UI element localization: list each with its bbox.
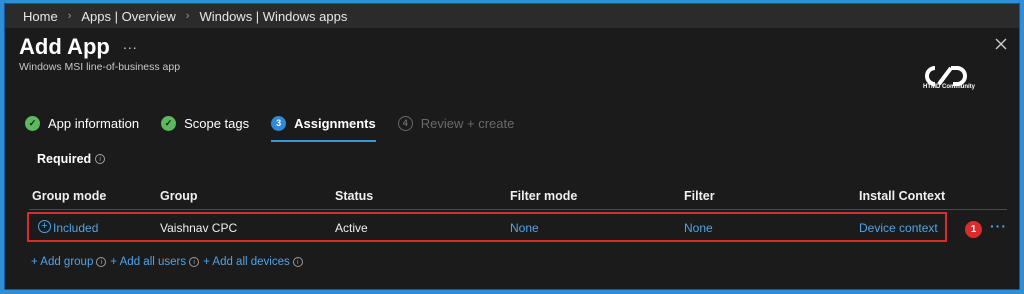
htmd-logo-icon — [925, 66, 967, 86]
tab-scope-tags[interactable]: ✓ Scope tags — [161, 110, 249, 136]
page-subtitle: Windows MSI line-of-business app — [19, 61, 181, 73]
page-title: Add App — [19, 34, 110, 59]
breadcrumb-windows-apps[interactable]: Windows | Windows apps — [199, 9, 347, 24]
status-value: Active — [335, 221, 368, 235]
info-icon[interactable]: i — [189, 257, 200, 267]
tab-app-information[interactable]: ✓ App information — [25, 110, 139, 136]
add-all-devices-link[interactable]: + Add all devices — [203, 256, 290, 268]
breadcrumb-apps-overview[interactable]: Apps | Overview — [81, 9, 175, 24]
section-label: Required — [37, 152, 92, 166]
filter-link[interactable]: None — [684, 221, 713, 235]
chevron-right-icon: › — [67, 10, 72, 22]
column-header-filter: Filter — [684, 189, 715, 203]
chevron-right-icon: › — [185, 10, 190, 22]
step-label: Review + create — [420, 115, 515, 131]
info-icon[interactable]: i — [95, 154, 106, 164]
column-header-install-context: Install Context — [859, 189, 946, 203]
column-header-filter-mode: Filter mode — [510, 189, 578, 203]
add-app-panel: Home › Apps | Overview › Windows | Windo… — [4, 3, 1020, 290]
step-number-icon: 3 — [271, 115, 287, 131]
close-icon[interactable] — [993, 36, 1009, 52]
check-icon: ✓ — [161, 115, 177, 131]
add-group-link[interactable]: + Add group — [31, 256, 93, 268]
more-options-icon[interactable]: ... — [123, 36, 138, 52]
annotation-badge: 1 — [965, 221, 982, 238]
column-header-status: Status — [335, 189, 374, 203]
step-number-icon: 4 — [397, 115, 413, 131]
logo-text: HTMD Community — [923, 84, 975, 90]
row-more-icon[interactable]: ··· — [990, 218, 1007, 234]
check-icon: ✓ — [25, 115, 40, 131]
info-icon[interactable]: i — [292, 257, 303, 267]
group-name: Vaishnav CPC — [160, 221, 238, 235]
filter-mode-link[interactable]: None — [510, 221, 539, 235]
step-label: Scope tags — [184, 115, 250, 131]
info-icon[interactable]: i — [96, 257, 107, 267]
required-section-heading: Required i — [37, 152, 106, 166]
step-label: App information — [48, 115, 140, 131]
add-all-users-link[interactable]: + Add all users — [110, 256, 186, 268]
breadcrumb-home[interactable]: Home — [23, 9, 58, 24]
group-mode-link[interactable]: Included — [53, 221, 98, 235]
plus-circle-icon[interactable]: + — [38, 220, 51, 233]
step-label: Assignments — [294, 115, 376, 131]
tab-review-create: 4 Review + create — [397, 110, 515, 136]
column-header-group: Group — [160, 189, 198, 203]
wizard-steps: ✓ App information ✓ Scope tags 3 Assignm… — [25, 110, 536, 142]
assignment-actions: + Add group i + Add all users i + Add al… — [31, 256, 307, 268]
column-header-group-mode: Group mode — [32, 189, 107, 203]
table-header-divider — [29, 209, 1007, 210]
install-context-link[interactable]: Device context — [859, 221, 938, 235]
tab-assignments[interactable]: 3 Assignments — [271, 110, 376, 142]
breadcrumb: Home › Apps | Overview › Windows | Windo… — [5, 4, 1019, 28]
